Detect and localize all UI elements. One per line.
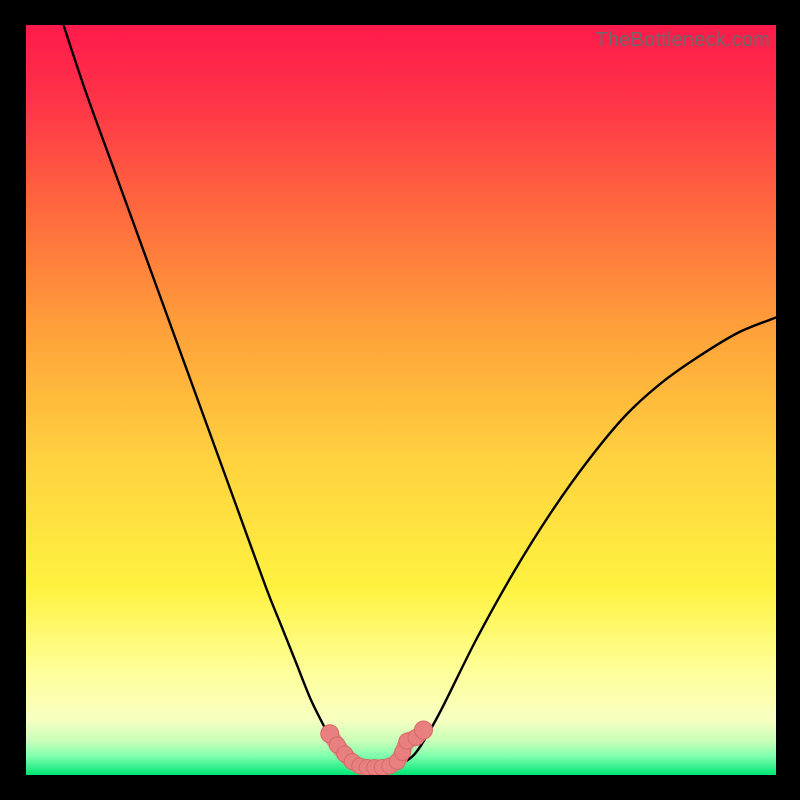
plot-area: TheBottleneck.com bbox=[26, 25, 776, 775]
gradient-background bbox=[26, 25, 776, 775]
watermark-text: TheBottleneck.com bbox=[595, 29, 770, 52]
chart-frame: TheBottleneck.com bbox=[0, 0, 800, 800]
bottleneck-chart bbox=[26, 25, 776, 775]
marker-point bbox=[415, 721, 433, 739]
